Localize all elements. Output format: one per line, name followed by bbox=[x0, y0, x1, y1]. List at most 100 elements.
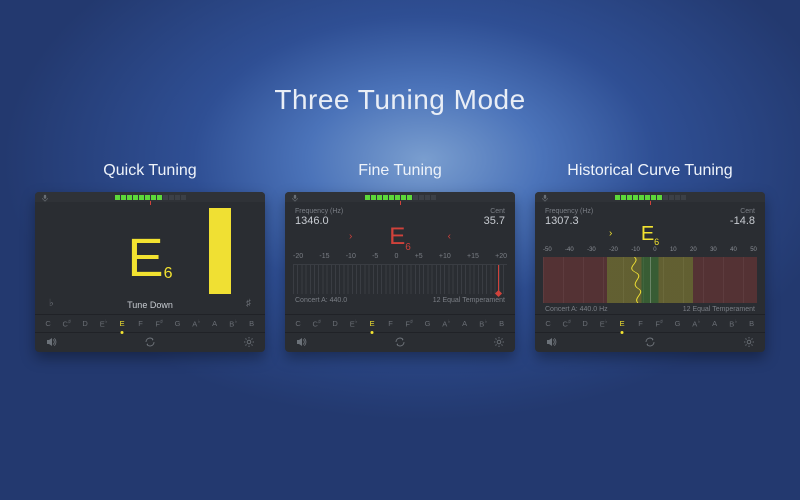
caret-left-icon: ‹ bbox=[448, 231, 451, 242]
hist-panel-top bbox=[535, 192, 765, 202]
quick-title: Quick Tuning bbox=[35, 162, 265, 180]
note-F[interactable]: F bbox=[132, 319, 151, 328]
fine-panel-top bbox=[285, 192, 515, 202]
page-title: Three Tuning Mode bbox=[0, 84, 800, 116]
note-F♯[interactable]: F♯ bbox=[150, 319, 169, 329]
note-A[interactable]: A bbox=[206, 319, 225, 328]
hist-curve bbox=[607, 257, 693, 303]
note-D[interactable]: D bbox=[326, 319, 345, 328]
note-E♭[interactable]: E♭ bbox=[95, 319, 114, 329]
note-E[interactable]: E bbox=[613, 319, 632, 328]
level-meter bbox=[115, 195, 186, 200]
quick-note-letter: E bbox=[128, 228, 164, 288]
note-C[interactable]: C bbox=[539, 319, 558, 328]
hist-temperament[interactable]: 12 Equal Temperament bbox=[683, 306, 755, 313]
mic-icon bbox=[291, 194, 299, 202]
note-C♯[interactable]: C♯ bbox=[558, 319, 577, 329]
gear-icon[interactable] bbox=[243, 336, 255, 350]
note-strip[interactable]: CC♯DE♭EFF♯GA♭AB♭B bbox=[285, 314, 515, 332]
note-B♭[interactable]: B♭ bbox=[724, 319, 743, 329]
fine-footer: Concert A: 440.0 12 Equal Temperament bbox=[285, 294, 515, 304]
note-A[interactable]: A bbox=[706, 319, 725, 328]
note-E[interactable]: E bbox=[363, 319, 382, 328]
note-E♭[interactable]: E♭ bbox=[595, 319, 614, 329]
note-A[interactable]: A bbox=[456, 319, 475, 328]
note-B[interactable]: B bbox=[743, 319, 762, 328]
fine-scale bbox=[293, 264, 507, 294]
hist-note-display: › E6 bbox=[535, 223, 765, 247]
note-F[interactable]: F bbox=[382, 319, 401, 328]
quick-instruction: Tune Down bbox=[35, 300, 265, 310]
panels-row: Quick Tuning E6 ♭ ♯ Tune Down CC♯DE♭EFF♯… bbox=[0, 162, 800, 352]
note-strip[interactable]: CC♯DE♭EFF♯GA♭AB♭B bbox=[35, 314, 265, 332]
hist-ticks: -50-40-30-20-1001020304050 bbox=[543, 247, 757, 253]
note-D[interactable]: D bbox=[576, 319, 595, 328]
note-A♭[interactable]: A♭ bbox=[687, 319, 706, 329]
hist-cent-label: Cent bbox=[730, 208, 755, 215]
note-C[interactable]: C bbox=[39, 319, 58, 328]
note-G[interactable]: G bbox=[169, 319, 188, 328]
note-F♯[interactable]: F♯ bbox=[650, 319, 669, 329]
caret-right-icon: › bbox=[349, 231, 352, 242]
fine-concert-a[interactable]: Concert A: 440.0 bbox=[295, 297, 347, 304]
note-B[interactable]: B bbox=[243, 319, 262, 328]
fine-title: Fine Tuning bbox=[285, 162, 515, 180]
note-C♯[interactable]: C♯ bbox=[308, 319, 327, 329]
note-C♯[interactable]: C♯ bbox=[58, 319, 77, 329]
hist-panel: Frequency (Hz) 1307.3 Cent -14.8 › E6 -5… bbox=[535, 192, 765, 352]
note-F[interactable]: F bbox=[632, 319, 651, 328]
cycle-icon[interactable] bbox=[643, 336, 657, 350]
fine-panel: Frequency (Hz) 1346.0 Cent 35.7 › E6 ‹ -… bbox=[285, 192, 515, 352]
fine-note-letter: E bbox=[389, 223, 405, 250]
fine-footer-bar bbox=[285, 332, 515, 352]
hist-freq-label: Frequency (Hz) bbox=[545, 208, 593, 215]
quick-col: Quick Tuning E6 ♭ ♯ Tune Down CC♯DE♭EFF♯… bbox=[35, 162, 265, 352]
hist-footer-bar bbox=[535, 332, 765, 352]
quick-note-display: E6 bbox=[128, 231, 173, 285]
note-E♭[interactable]: E♭ bbox=[345, 319, 364, 329]
note-G[interactable]: G bbox=[419, 319, 438, 328]
note-B♭[interactable]: B♭ bbox=[224, 319, 243, 329]
note-G[interactable]: G bbox=[669, 319, 688, 328]
quick-footer bbox=[35, 332, 265, 352]
fine-cent-label: Cent bbox=[484, 208, 505, 215]
cycle-icon[interactable] bbox=[143, 336, 157, 350]
cycle-icon[interactable] bbox=[393, 336, 407, 350]
note-A♭[interactable]: A♭ bbox=[437, 319, 456, 329]
hist-main: Frequency (Hz) 1307.3 Cent -14.8 › E6 -5… bbox=[535, 202, 765, 314]
note-B♭[interactable]: B♭ bbox=[474, 319, 493, 329]
fine-scale-labels: -20-15-10-50+5+10+15+20 bbox=[293, 253, 507, 260]
speaker-icon[interactable] bbox=[45, 336, 57, 350]
hist-concert-a[interactable]: Concert A: 440.0 Hz bbox=[545, 306, 608, 313]
level-meter bbox=[365, 195, 436, 200]
note-E[interactable]: E bbox=[113, 319, 132, 328]
fine-freq-label: Frequency (Hz) bbox=[295, 208, 343, 215]
note-B[interactable]: B bbox=[493, 319, 512, 328]
note-F♯[interactable]: F♯ bbox=[400, 319, 419, 329]
quick-panel-top bbox=[35, 192, 265, 202]
gear-icon[interactable] bbox=[743, 336, 755, 350]
fine-note-octave: 6 bbox=[405, 242, 411, 253]
fine-main: Frequency (Hz) 1346.0 Cent 35.7 › E6 ‹ -… bbox=[285, 202, 515, 314]
fine-needle bbox=[498, 265, 499, 294]
note-A♭[interactable]: A♭ bbox=[187, 319, 206, 329]
note-strip[interactable]: CC♯DE♭EFF♯GA♭AB♭B bbox=[535, 314, 765, 332]
quick-note-octave: 6 bbox=[164, 265, 173, 282]
speaker-icon[interactable] bbox=[545, 336, 557, 350]
quick-bar-indicator bbox=[209, 208, 231, 294]
fine-note-display: › E6 ‹ bbox=[285, 223, 515, 253]
fine-temperament[interactable]: 12 Equal Temperament bbox=[433, 297, 505, 304]
quick-panel: E6 ♭ ♯ Tune Down CC♯DE♭EFF♯GA♭AB♭B bbox=[35, 192, 265, 352]
quick-main: E6 ♭ ♯ Tune Down bbox=[35, 202, 265, 314]
note-D[interactable]: D bbox=[76, 319, 95, 328]
hist-note-letter: E bbox=[641, 223, 654, 245]
hist-footer: Concert A: 440.0 Hz 12 Equal Temperament bbox=[535, 303, 765, 313]
speaker-icon[interactable] bbox=[295, 336, 307, 350]
note-C[interactable]: C bbox=[289, 319, 308, 328]
gear-icon[interactable] bbox=[493, 336, 505, 350]
hist-chart bbox=[543, 257, 757, 303]
hist-col: Historical Curve Tuning Frequency (Hz) 1… bbox=[535, 162, 765, 352]
fine-col: Fine Tuning Frequency (Hz) 1346.0 Cent 3… bbox=[285, 162, 515, 352]
caret-right-icon: › bbox=[609, 228, 612, 239]
level-meter bbox=[615, 195, 686, 200]
